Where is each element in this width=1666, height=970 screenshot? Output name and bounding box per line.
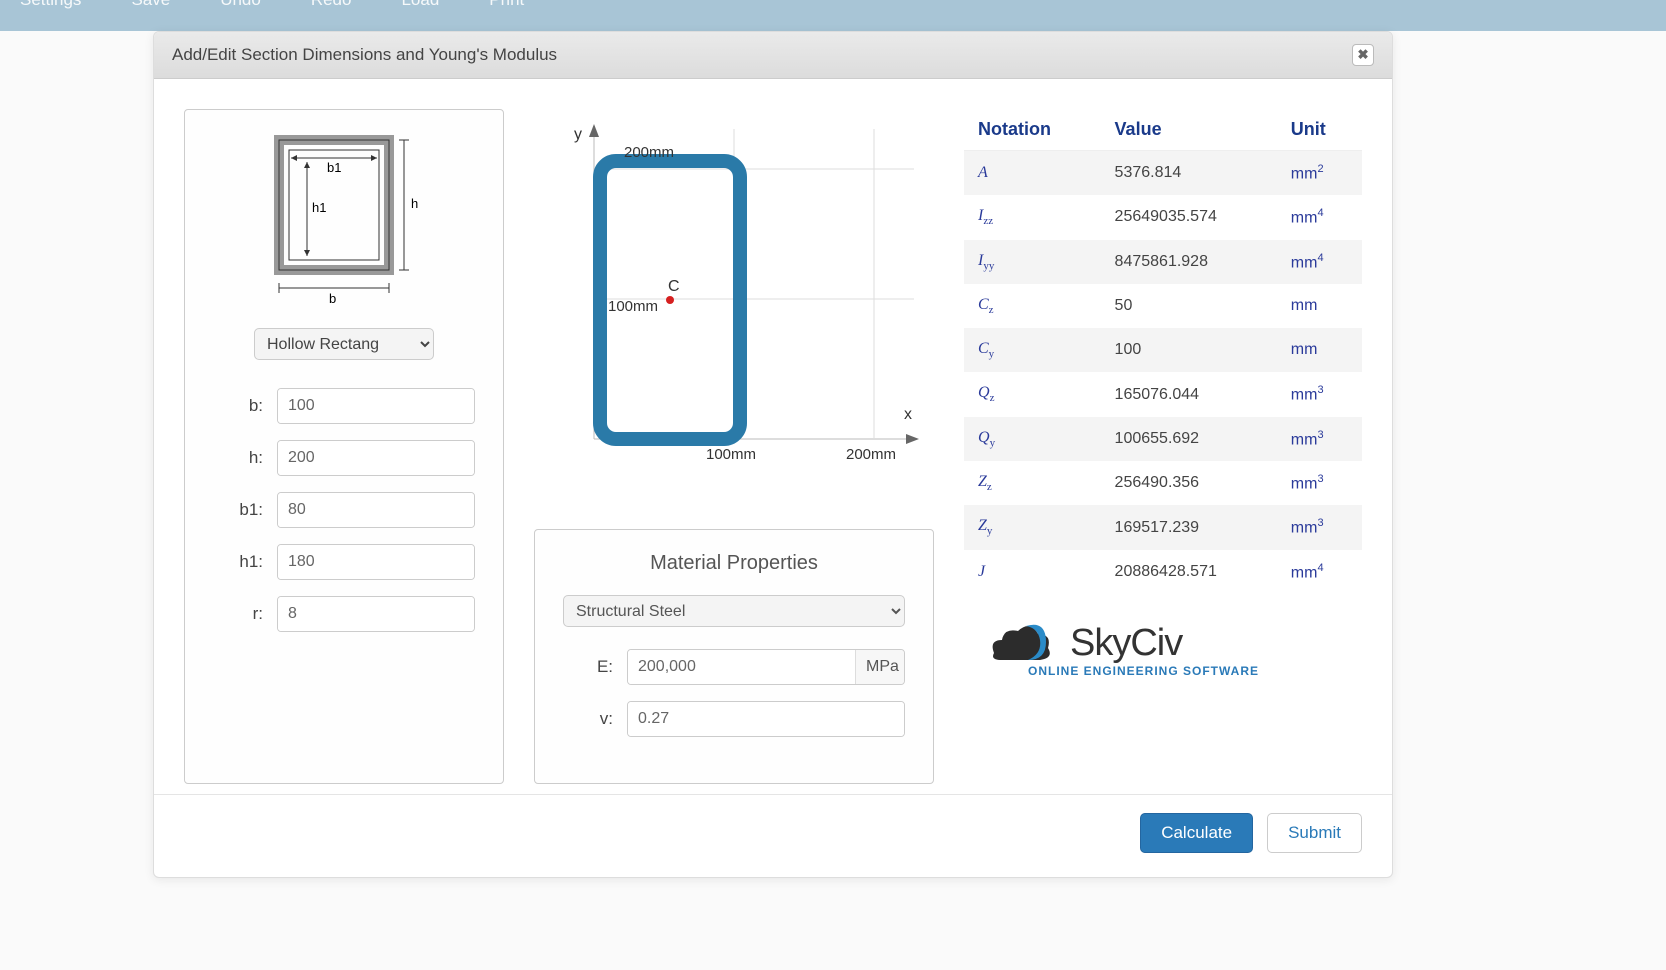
- menu-print[interactable]: Print: [489, 0, 524, 10]
- value-cell: 8475861.928: [1101, 240, 1277, 284]
- dim-h-label: 100mm: [608, 298, 658, 315]
- unit-cell: mm3: [1277, 372, 1362, 416]
- material-title: Material Properties: [563, 552, 905, 575]
- E-input[interactable]: [628, 650, 855, 684]
- tick-200: 200mm: [846, 446, 896, 463]
- value-cell: 5376.814: [1101, 151, 1277, 196]
- notation-cell: Qz: [964, 372, 1101, 416]
- dialog-title: Add/Edit Section Dimensions and Young's …: [172, 45, 557, 65]
- notation-cell: Cy: [964, 328, 1101, 372]
- h-input[interactable]: [278, 441, 475, 475]
- unit-cell: mm3: [1277, 505, 1362, 549]
- centroid-label: C: [668, 278, 680, 295]
- table-row: Iyy8475861.928mm4: [964, 240, 1362, 284]
- unit-cell: mm3: [1277, 461, 1362, 505]
- section-plot: y x C 100mm 200mm 100mm 200mm: [534, 109, 934, 489]
- b-input[interactable]: [278, 389, 475, 423]
- value-cell: 165076.044: [1101, 372, 1277, 416]
- table-row: Izz25649035.574mm4: [964, 195, 1362, 239]
- v-input[interactable]: [628, 702, 904, 736]
- value-cell: 169517.239: [1101, 505, 1277, 549]
- menu-save[interactable]: Save: [131, 0, 170, 10]
- close-button[interactable]: ✖: [1352, 44, 1374, 66]
- h-dim-label: h: [411, 196, 418, 211]
- notation-cell: Qy: [964, 417, 1101, 461]
- section-dialog: Add/Edit Section Dimensions and Young's …: [153, 31, 1393, 878]
- value-cell: 256490.356: [1101, 461, 1277, 505]
- dimensions-panel: h b b1 h1: [184, 109, 504, 784]
- b1-input[interactable]: [278, 493, 475, 527]
- notation-cell: A: [964, 151, 1101, 196]
- notation-cell: J: [964, 550, 1101, 594]
- unit-cell: mm4: [1277, 550, 1362, 594]
- r-input[interactable]: [278, 597, 475, 631]
- tick-100: 100mm: [706, 446, 756, 463]
- dialog-header: Add/Edit Section Dimensions and Young's …: [154, 32, 1392, 79]
- notation-cell: Izz: [964, 195, 1101, 239]
- th-value: Value: [1101, 109, 1277, 151]
- table-row: Qz165076.044mm3: [964, 372, 1362, 416]
- b1-dim-label: b1: [327, 160, 341, 175]
- h-label: h:: [213, 448, 263, 468]
- E-label: E:: [563, 657, 613, 677]
- value-cell: 25649035.574: [1101, 195, 1277, 239]
- table-row: Cy100mm: [964, 328, 1362, 372]
- h1-input[interactable]: [278, 545, 475, 579]
- unit-cell: mm4: [1277, 240, 1362, 284]
- notation-cell: Zz: [964, 461, 1101, 505]
- unit-cell: mm2: [1277, 151, 1362, 196]
- notation-cell: Cz: [964, 284, 1101, 328]
- th-notation: Notation: [964, 109, 1101, 151]
- brand-logo: SkyCiv ONLINE ENGINEERING SOFTWARE: [984, 618, 1362, 678]
- E-unit: MPa: [855, 650, 905, 684]
- h1-dim-label: h1: [312, 200, 326, 215]
- unit-cell: mm4: [1277, 195, 1362, 239]
- y-axis-label: y: [574, 126, 582, 143]
- material-panel: Material Properties Structural Steel E: …: [534, 529, 934, 784]
- value-cell: 20886428.571: [1101, 550, 1277, 594]
- menu-settings[interactable]: Settings: [20, 0, 81, 10]
- x-axis-label: x: [904, 406, 912, 423]
- value-cell: 50: [1101, 284, 1277, 328]
- properties-table: Notation Value Unit A5376.814mm2Izz25649…: [964, 109, 1362, 594]
- v-label: v:: [563, 709, 613, 729]
- calculate-button[interactable]: Calculate: [1140, 813, 1253, 853]
- table-row: J20886428.571mm4: [964, 550, 1362, 594]
- brand-tagline: ONLINE ENGINEERING SOFTWARE: [1028, 664, 1362, 678]
- value-cell: 100655.692: [1101, 417, 1277, 461]
- b-dim-label: b: [329, 291, 336, 306]
- shape-select[interactable]: Hollow Rectang: [254, 328, 434, 360]
- table-row: Qy100655.692mm3: [964, 417, 1362, 461]
- unit-cell: mm: [1277, 284, 1362, 328]
- skyciv-logo-icon: [984, 618, 1062, 668]
- table-row: Cz50mm: [964, 284, 1362, 328]
- table-row: Zy169517.239mm3: [964, 505, 1362, 549]
- b1-label: b1:: [213, 500, 263, 520]
- close-icon: ✖: [1357, 47, 1368, 62]
- menu-undo[interactable]: Undo: [220, 0, 261, 10]
- material-select[interactable]: Structural Steel: [563, 595, 905, 627]
- section-diagram: h b b1 h1: [213, 130, 475, 310]
- unit-cell: mm3: [1277, 417, 1362, 461]
- submit-button[interactable]: Submit: [1267, 813, 1362, 853]
- th-unit: Unit: [1277, 109, 1362, 151]
- notation-cell: Zy: [964, 505, 1101, 549]
- notation-cell: Iyy: [964, 240, 1101, 284]
- main-menu-bar: Settings Save Undo Redo Load Print: [0, 0, 1666, 31]
- table-row: Zz256490.356mm3: [964, 461, 1362, 505]
- value-cell: 100: [1101, 328, 1277, 372]
- h1-label: h1:: [213, 552, 263, 572]
- dim-w-label: 200mm: [624, 144, 674, 161]
- menu-load[interactable]: Load: [401, 0, 439, 10]
- r-label: r:: [213, 604, 263, 624]
- unit-cell: mm: [1277, 328, 1362, 372]
- menu-redo[interactable]: Redo: [311, 0, 352, 10]
- table-row: A5376.814mm2: [964, 151, 1362, 196]
- b-label: b:: [213, 396, 263, 416]
- dialog-footer: Calculate Submit: [154, 794, 1392, 877]
- brand-name: SkyCiv: [1070, 622, 1182, 665]
